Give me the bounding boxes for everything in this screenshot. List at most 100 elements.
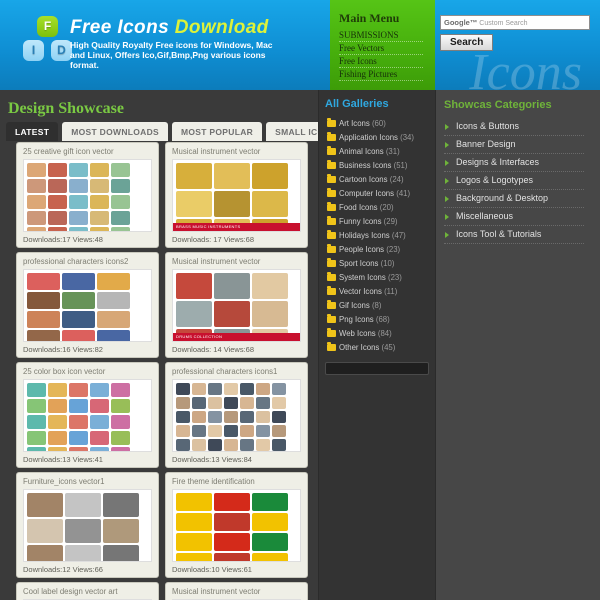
site-title-accent: Download (174, 17, 269, 38)
main-menu-item-free-icons[interactable]: Free Icons (339, 55, 423, 68)
thumb-cell (252, 163, 288, 189)
gallery-item-count: (31) (385, 146, 400, 156)
main-menu-item-free-vectors[interactable]: Free Vectors (339, 42, 423, 55)
gallery-item-other-icons[interactable]: Other Icons (45) (325, 340, 435, 354)
thumb-cell (48, 383, 67, 397)
category-item-banner-design[interactable]: Banner Design (444, 136, 584, 154)
card-thumbnail[interactable] (172, 489, 301, 562)
thumb-cell (48, 163, 67, 177)
thumb-cell (256, 439, 270, 451)
category-item-designs-interfaces[interactable]: Designs & Interfaces (444, 154, 584, 172)
gallery-item-count: (23) (386, 244, 401, 254)
thumb-cell (69, 431, 88, 445)
showcase-card[interactable]: Musical instrument vector BRASS MUSIC INS… (165, 142, 308, 248)
thumb-cell (103, 519, 139, 543)
category-item-icons-buttons[interactable]: Icons & Buttons (444, 118, 584, 136)
thumb-cell (103, 545, 139, 561)
thumb-cell (272, 425, 286, 437)
category-item-icons-tool-tutorials[interactable]: Icons Tool & Tutorials (444, 226, 584, 244)
showcase-card[interactable]: Musical instrument vector (165, 582, 308, 600)
gallery-item-count: (84) (377, 328, 392, 338)
thumb-cell (90, 383, 109, 397)
thumb-cell (240, 439, 254, 451)
showcase-card[interactable]: Furniture_icons vector1 Downloads:12 View… (16, 472, 159, 578)
gallery-item-animal-icons[interactable]: Animal Icons (31) (325, 144, 435, 158)
thumb-cell (176, 425, 190, 437)
card-title: Fire theme identification (172, 477, 255, 486)
search-button[interactable]: Search (440, 34, 494, 51)
gallery-item-holidays-icons[interactable]: Holidays Icons (47) (325, 228, 435, 242)
gallery-item-png-icons[interactable]: Png Icons (68) (325, 312, 435, 326)
main-menu: Main Menu SUBMISSIONS Free Vectors Free … (330, 0, 435, 90)
gallery-item-computer-icons[interactable]: Computer Icons (41) (325, 186, 435, 200)
thumb-cell (27, 399, 46, 413)
showcase-card[interactable]: Cool label design vector art (16, 582, 159, 600)
gallery-item-food-icons[interactable]: Food Icons (20) (325, 200, 435, 214)
card-thumbnail[interactable] (172, 379, 301, 452)
tab-latest[interactable]: LATEST (6, 122, 59, 141)
arrow-right-icon (445, 178, 449, 184)
main-menu-item-fishing-pictures[interactable]: Fishing Pictures (339, 68, 423, 81)
gallery-item-business-icons[interactable]: Business Icons (51) (325, 158, 435, 172)
card-thumbnail[interactable] (23, 269, 152, 342)
thumb-cell (192, 397, 206, 409)
search-input[interactable]: Google™ Custom Search (440, 15, 590, 30)
site-logo[interactable]: F I D (22, 16, 74, 70)
thumb-cell (256, 397, 270, 409)
tab-most-popular[interactable]: MOST POPULAR (172, 122, 263, 141)
card-thumbnail[interactable] (23, 159, 152, 232)
card-thumbnail[interactable]: DRUMS COLLECTION (172, 269, 301, 342)
thumb-cell (69, 211, 88, 225)
thumb-cell (208, 439, 222, 451)
thumb-cell (214, 553, 250, 561)
showcase-card[interactable]: Musical instrument vector DRUMS COLLECTIO… (165, 252, 308, 358)
folder-icon (327, 244, 336, 253)
gallery-item-web-icons[interactable]: Web Icons (84) (325, 326, 435, 340)
thumb-cell (224, 397, 238, 409)
gallery-item-sport-icons[interactable]: Sport Icons (10) (325, 256, 435, 270)
category-item-logos-logotypes[interactable]: Logos & Logotypes (444, 172, 584, 190)
gallery-footer-bar (325, 362, 429, 375)
thumb-cell (214, 191, 250, 217)
folder-icon (327, 342, 336, 351)
thumb-cell (252, 191, 288, 217)
category-item-label: Designs & Interfaces (456, 157, 540, 167)
card-thumbnail[interactable] (23, 379, 152, 452)
folder-icon (327, 202, 336, 211)
gallery-item-vector-icons[interactable]: Vector Icons (11) (325, 284, 435, 298)
folder-icon (327, 188, 336, 197)
thumb-cell (111, 415, 130, 429)
tab-most-downloads[interactable]: MOST DOWNLOADS (62, 122, 169, 141)
card-thumbnail[interactable] (23, 489, 152, 562)
main-menu-heading: Main Menu (339, 11, 400, 25)
main-menu-item-submissions[interactable]: SUBMISSIONS (339, 29, 423, 42)
gallery-item-art-icons[interactable]: Art Icons (60) (325, 116, 435, 130)
showcase-card[interactable]: professional characters icons1 Downloads:… (165, 362, 308, 468)
showcase-card[interactable]: 25 creative gift icon vector Downloads:17… (16, 142, 159, 248)
gallery-item-cartoon-icons[interactable]: Cartoon Icons (24) (325, 172, 435, 186)
showcase-card[interactable]: 25 color box icon vector Downloads:13 Vie… (16, 362, 159, 468)
thumb-cell (240, 425, 254, 437)
folder-icon (327, 272, 336, 281)
gallery-item-application-icons[interactable]: Application Icons (34) (325, 130, 435, 144)
arrow-right-icon (445, 142, 449, 148)
category-item-background-desktop[interactable]: Background & Desktop (444, 190, 584, 208)
thumb-cell (111, 179, 130, 193)
gallery-item-system-icons[interactable]: System Icons (23) (325, 270, 435, 284)
showcase-card[interactable]: professional characters icons2 Downloads:… (16, 252, 159, 358)
gallery-item-funny-icons[interactable]: Funny Icons (29) (325, 214, 435, 228)
thumb-cell (97, 311, 130, 328)
thumb-cell (69, 447, 88, 451)
gallery-item-label: Food Icons (339, 202, 378, 212)
gallery-item-people-icons[interactable]: People Icons (23) (325, 242, 435, 256)
showcase-card[interactable]: Fire theme identification Downloads:10 Vi… (165, 472, 308, 578)
card-thumbnail[interactable]: BRASS MUSIC INSTRUMENTS (172, 159, 301, 232)
thumb-cell (192, 383, 206, 395)
thumb-cell (111, 195, 130, 209)
thumb-cell (252, 493, 288, 511)
thumb-cell (90, 227, 109, 231)
gallery-item-gif-icons[interactable]: Gif Icons (8) (325, 298, 435, 312)
category-item-miscellaneous[interactable]: Miscellaneous (444, 208, 584, 226)
thumb-cell (97, 330, 130, 341)
gallery-item-label: Business Icons (339, 160, 392, 170)
